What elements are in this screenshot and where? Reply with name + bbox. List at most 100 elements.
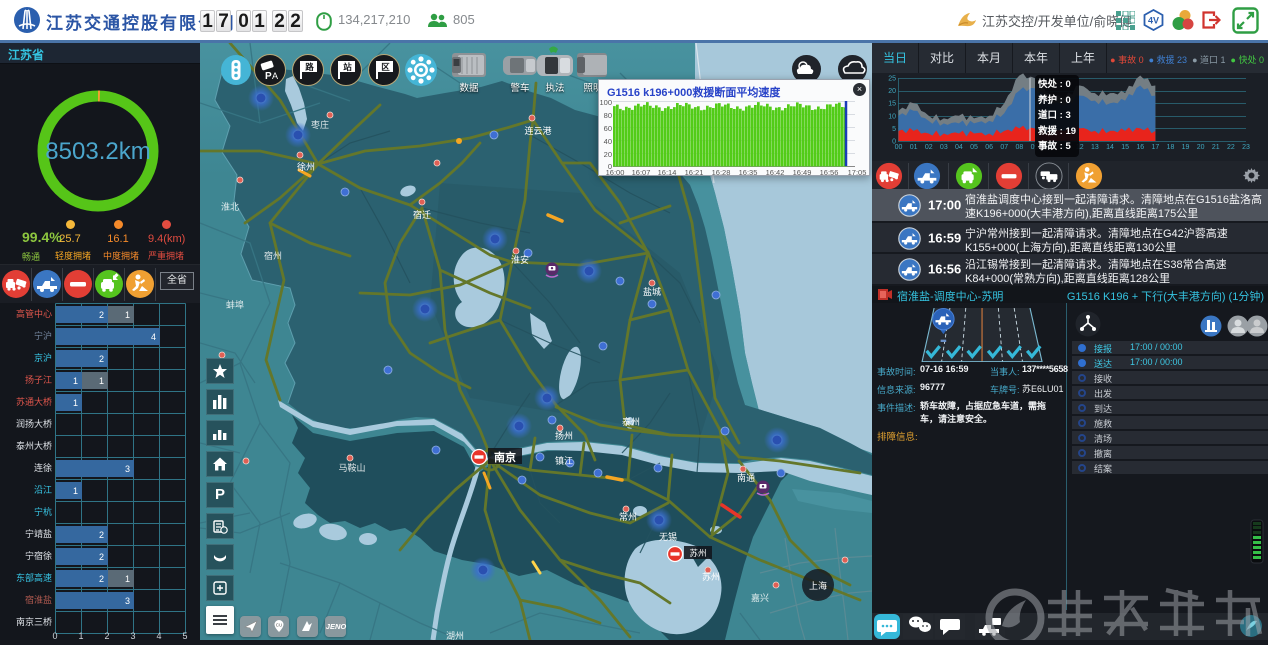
svg-text:嘉兴: 嘉兴 xyxy=(751,592,769,603)
svg-text:16: 16 xyxy=(1136,144,1144,151)
svg-text:苏州: 苏州 xyxy=(702,571,720,582)
svg-text:站: 站 xyxy=(343,62,352,72)
svg-text:2: 2 xyxy=(99,310,104,320)
svg-text:路: 路 xyxy=(305,62,314,72)
svg-text:苏通大桥: 苏通大桥 xyxy=(16,396,52,407)
svg-text:南通: 南通 xyxy=(737,472,755,483)
svg-text:高管中心: 高管中心 xyxy=(16,308,52,319)
svg-text:0: 0 xyxy=(52,631,57,640)
svg-text:常州: 常州 xyxy=(619,511,637,522)
svg-text:1: 1 xyxy=(73,398,78,408)
svg-text:16:35: 16:35 xyxy=(739,168,758,175)
svg-text:16:14: 16:14 xyxy=(658,168,677,175)
svg-text:蚌埠: 蚌埠 xyxy=(226,299,244,310)
svg-text:40: 40 xyxy=(604,137,612,146)
svg-text:16:49: 16:49 xyxy=(793,168,812,175)
svg-text:07: 07 xyxy=(1000,144,1008,151)
svg-text:16:56: 16:56 xyxy=(820,168,839,175)
svg-text:东部高速: 东部高速 xyxy=(16,572,52,583)
svg-text:2: 2 xyxy=(99,552,104,562)
svg-text:23: 23 xyxy=(1242,144,1250,151)
svg-text:01: 01 xyxy=(910,144,918,151)
svg-text:2: 2 xyxy=(99,530,104,540)
svg-text:宁宿徐: 宁宿徐 xyxy=(25,550,52,561)
svg-text:A: A xyxy=(272,71,278,81)
svg-text:1: 1 xyxy=(73,486,78,496)
svg-text:05: 05 xyxy=(970,144,978,151)
svg-text:13: 13 xyxy=(1091,144,1099,151)
svg-text:CU: CU xyxy=(276,623,283,628)
svg-text:盐城: 盐城 xyxy=(643,286,661,297)
svg-text:2: 2 xyxy=(104,631,109,640)
svg-text:17:05: 17:05 xyxy=(848,168,867,175)
svg-text:04: 04 xyxy=(955,144,963,151)
svg-text:4V: 4V xyxy=(1148,16,1159,26)
svg-text:16:00: 16:00 xyxy=(606,168,625,175)
svg-text:14: 14 xyxy=(1106,144,1114,151)
svg-text:25: 25 xyxy=(888,76,896,83)
svg-text:扬子江: 扬子江 xyxy=(25,374,52,385)
svg-text:沿江: 沿江 xyxy=(34,485,52,495)
svg-text:06: 06 xyxy=(985,144,993,151)
svg-text:18: 18 xyxy=(1167,144,1175,151)
svg-text:02: 02 xyxy=(925,144,933,151)
svg-text:8503.2km: 8503.2km xyxy=(45,138,150,165)
svg-text:80: 80 xyxy=(604,111,612,120)
svg-text:3: 3 xyxy=(130,631,135,640)
svg-text:20: 20 xyxy=(888,88,896,95)
svg-text:1: 1 xyxy=(78,631,83,640)
svg-text:16:42: 16:42 xyxy=(766,168,785,175)
svg-text:宿州: 宿州 xyxy=(264,250,282,261)
svg-text:1: 1 xyxy=(99,376,104,386)
svg-text:区: 区 xyxy=(381,62,390,72)
svg-text:16:07: 16:07 xyxy=(632,168,651,175)
svg-text:4: 4 xyxy=(151,332,156,342)
svg-text:苏州: 苏州 xyxy=(689,548,706,558)
svg-text:连徐: 连徐 xyxy=(34,462,52,473)
svg-text:淮安: 淮安 xyxy=(511,254,529,265)
svg-text:22: 22 xyxy=(1227,144,1235,151)
svg-text:徐州: 徐州 xyxy=(297,161,315,172)
svg-text:15: 15 xyxy=(888,101,896,108)
svg-text:宿淮盐: 宿淮盐 xyxy=(25,594,52,605)
svg-text:60: 60 xyxy=(604,124,612,133)
svg-text:泰州: 泰州 xyxy=(622,416,640,427)
svg-text:宿迁: 宿迁 xyxy=(413,209,431,220)
svg-text:1: 1 xyxy=(73,376,78,386)
svg-text:南京三桥: 南京三桥 xyxy=(16,616,52,627)
svg-text:无锡: 无锡 xyxy=(659,532,677,542)
svg-text:宁杭: 宁杭 xyxy=(34,506,52,517)
svg-text:2: 2 xyxy=(99,354,104,364)
svg-text:扬州: 扬州 xyxy=(555,430,573,441)
svg-text:湖州: 湖州 xyxy=(446,631,464,640)
svg-text:JENO: JENO xyxy=(326,622,347,631)
svg-text:1: 1 xyxy=(125,574,130,584)
svg-text:00: 00 xyxy=(895,144,903,151)
svg-text:马鞍山: 马鞍山 xyxy=(338,462,365,473)
svg-text:泰州大桥: 泰州大桥 xyxy=(16,440,52,451)
svg-text:16:28: 16:28 xyxy=(712,168,731,175)
svg-text:08: 08 xyxy=(1015,144,1023,151)
svg-text:19: 19 xyxy=(1182,144,1190,151)
svg-text:100: 100 xyxy=(599,98,612,107)
svg-text:1: 1 xyxy=(125,310,130,320)
svg-text:5: 5 xyxy=(182,631,187,640)
svg-text:3: 3 xyxy=(125,596,130,606)
svg-text:10: 10 xyxy=(888,113,896,120)
svg-text:镇江: 镇江 xyxy=(555,455,573,466)
svg-text:京沪: 京沪 xyxy=(34,352,52,363)
svg-text:17: 17 xyxy=(1151,144,1159,151)
svg-text:润扬大桥: 润扬大桥 xyxy=(16,418,52,429)
svg-text:淮北: 淮北 xyxy=(221,202,239,212)
svg-text:宁沪: 宁沪 xyxy=(34,330,52,341)
svg-text:3: 3 xyxy=(125,464,130,474)
svg-text:03: 03 xyxy=(940,144,948,151)
svg-text:P: P xyxy=(265,71,272,82)
svg-text:上海: 上海 xyxy=(809,580,827,591)
svg-text:15: 15 xyxy=(1121,144,1129,151)
svg-text:警车: 警车 xyxy=(510,82,529,94)
svg-text:数据: 数据 xyxy=(459,82,479,94)
svg-text:2: 2 xyxy=(99,574,104,584)
svg-text:5: 5 xyxy=(892,126,896,133)
svg-text:21: 21 xyxy=(1212,144,1220,151)
